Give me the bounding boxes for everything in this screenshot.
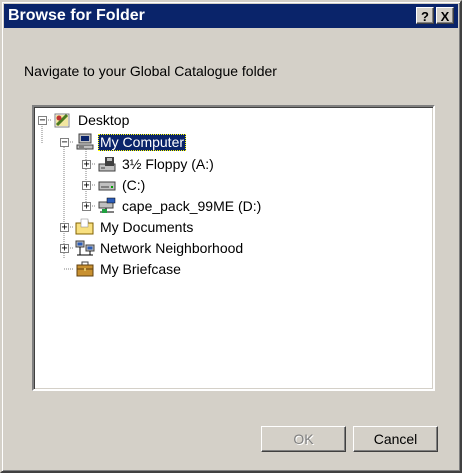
- expand-toggle-my-documents[interactable]: +: [60, 223, 69, 233]
- tree-label: cape_pack_99ME (D:): [122, 197, 262, 214]
- network-drive-icon: [98, 197, 116, 213]
- expand-toggle-network[interactable]: +: [60, 244, 69, 254]
- close-button[interactable]: X: [436, 7, 454, 24]
- tree-label-selected: My Computer: [98, 133, 187, 151]
- title-bar[interactable]: Browse for Folder ? X: [4, 4, 458, 28]
- briefcase-icon: [76, 261, 94, 277]
- tree-item-my-computer[interactable]: My Computer: [75, 132, 187, 152]
- ok-button[interactable]: OK: [261, 426, 346, 452]
- tree-item-d-drive[interactable]: cape_pack_99ME (D:): [97, 196, 263, 216]
- tree-label: Desktop: [78, 111, 130, 128]
- browse-for-folder-dialog: Browse for Folder ? X Navigate to your G…: [0, 0, 462, 473]
- folder-tree[interactable]: − − + + + + + Desktop My Computer 3½ Flo…: [32, 105, 435, 391]
- expand-toggle-d-drive[interactable]: +: [82, 202, 91, 212]
- computer-icon: [76, 133, 94, 150]
- hard-drive-icon: [98, 181, 116, 191]
- window-title: Browse for Folder: [8, 7, 145, 24]
- cancel-button[interactable]: Cancel: [353, 426, 438, 452]
- collapse-toggle-desktop[interactable]: −: [38, 116, 47, 126]
- network-neighborhood-icon: [75, 240, 95, 256]
- help-button[interactable]: ?: [416, 7, 434, 24]
- desktop-icon: [54, 113, 70, 128]
- tree-item-my-briefcase[interactable]: My Briefcase: [75, 259, 183, 279]
- tree-label: (C:): [122, 176, 146, 193]
- expand-toggle-c-drive[interactable]: +: [82, 181, 91, 191]
- collapse-toggle-my-computer[interactable]: −: [60, 138, 69, 148]
- expand-toggle-floppy[interactable]: +: [82, 160, 91, 170]
- folder-icon: [75, 218, 94, 235]
- tree-item-desktop[interactable]: Desktop: [53, 110, 131, 130]
- tree-item-network-neighborhood[interactable]: Network Neighborhood: [75, 238, 245, 258]
- tree-label: Network Neighborhood: [100, 239, 244, 256]
- tree-item-c-drive[interactable]: (C:): [97, 175, 147, 195]
- tree-label: 3½ Floppy (A:): [122, 155, 214, 172]
- tree-label: My Briefcase: [100, 260, 181, 277]
- floppy-drive-icon: [98, 157, 116, 172]
- tree-item-floppy-drive[interactable]: 3½ Floppy (A:): [97, 154, 216, 174]
- tree-label: My Documents: [100, 218, 194, 235]
- instruction-text: Navigate to your Global Catalogue folder: [24, 63, 277, 79]
- tree-item-my-documents[interactable]: My Documents: [75, 217, 195, 237]
